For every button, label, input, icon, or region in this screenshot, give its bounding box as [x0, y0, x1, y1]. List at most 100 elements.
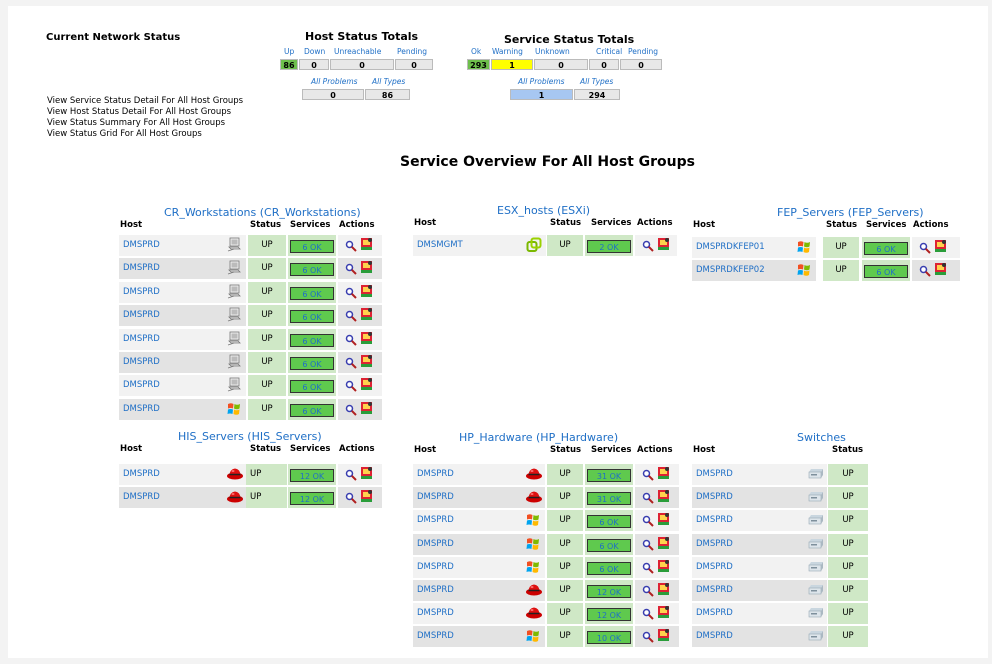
host-detail-icon[interactable]	[360, 259, 373, 278]
host-link[interactable]: DMSPRD	[119, 281, 169, 303]
magnifier-icon[interactable]	[642, 237, 654, 256]
service-header-pending[interactable]: Pending	[628, 47, 658, 56]
host-link[interactable]: DMSPRD	[119, 305, 169, 327]
services-ok-link[interactable]: 6 OK	[290, 333, 334, 347]
host-detail-icon[interactable]	[657, 581, 670, 600]
host-link[interactable]: DMSPRD	[692, 533, 747, 555]
host-link[interactable]: DMSPRD	[119, 235, 169, 256]
host-detail-icon[interactable]	[360, 353, 373, 372]
service-header-unknown[interactable]: Unknown	[535, 47, 570, 56]
services-ok-link[interactable]: 6 OK	[587, 538, 631, 552]
host-header-unreachable[interactable]: Unreachable	[334, 47, 381, 56]
magnifier-icon[interactable]	[642, 559, 654, 578]
magnifier-icon[interactable]	[642, 605, 654, 624]
host-link[interactable]: DMSPRD	[119, 398, 169, 420]
services-ok-link[interactable]: 6 OK	[290, 240, 334, 253]
magnifier-icon[interactable]	[345, 466, 357, 485]
service-all-types-link[interactable]: All Types	[580, 77, 613, 86]
service-unknown-count[interactable]: 0	[534, 59, 588, 70]
link-status-grid[interactable]: View Status Grid For All Host Groups	[47, 129, 243, 140]
magnifier-icon[interactable]	[345, 331, 357, 350]
services-ok-link[interactable]: 6 OK	[864, 242, 908, 255]
magnifier-icon[interactable]	[345, 307, 357, 326]
host-all-problems-link[interactable]: All Problems	[311, 77, 358, 86]
link-service-status-detail[interactable]: View Service Status Detail For All Host …	[47, 96, 243, 107]
host-link[interactable]: DMSPRD	[413, 533, 463, 555]
host-link[interactable]: DMSPRDKFEP02	[692, 260, 792, 281]
services-ok-link[interactable]: 31 OK	[587, 469, 631, 482]
host-problems-count[interactable]: 0	[302, 89, 364, 100]
host-link[interactable]: DMSPRD	[413, 556, 463, 578]
group-title[interactable]: CR_Workstations (CR_Workstations)	[164, 206, 361, 219]
services-ok-link[interactable]: 12 OK	[587, 608, 631, 622]
service-header-critical[interactable]: Critical	[596, 47, 622, 56]
host-link[interactable]: DMSPRD	[119, 258, 169, 280]
group-title[interactable]: Switches	[797, 431, 846, 444]
host-types-count[interactable]: 86	[365, 89, 410, 100]
magnifier-icon[interactable]	[345, 401, 357, 420]
host-link[interactable]: DMSPRD	[119, 375, 169, 397]
host-link[interactable]: DMSPRD	[692, 603, 747, 625]
services-ok-link[interactable]: 6 OK	[587, 515, 631, 529]
host-link[interactable]: DMSPRD	[692, 580, 747, 601]
host-link[interactable]: DMSPRD	[119, 328, 169, 350]
services-ok-link[interactable]: 31 OK	[587, 492, 631, 506]
link-host-status-detail[interactable]: View Host Status Detail For All Host Gro…	[47, 107, 243, 118]
magnifier-icon[interactable]	[345, 284, 357, 303]
host-header-pending[interactable]: Pending	[397, 47, 427, 56]
host-detail-icon[interactable]	[657, 627, 670, 646]
host-link[interactable]: DMSPRD	[692, 510, 747, 532]
services-ok-link[interactable]: 6 OK	[290, 286, 334, 300]
host-link[interactable]: DMSMGMT	[413, 235, 477, 256]
group-title[interactable]: HIS_Servers (HIS_Servers)	[178, 430, 322, 443]
service-types-count[interactable]: 294	[574, 89, 620, 100]
service-ok-count[interactable]: 293	[467, 59, 490, 70]
host-detail-icon[interactable]	[934, 261, 947, 280]
magnifier-icon[interactable]	[345, 237, 357, 256]
host-link[interactable]: DMSPRDKFEP01	[692, 237, 792, 258]
services-ok-link[interactable]: 2 OK	[587, 240, 631, 253]
group-title[interactable]: ESX_hosts (ESXi)	[497, 204, 590, 217]
service-header-warning[interactable]: Warning	[492, 47, 523, 56]
magnifier-icon[interactable]	[642, 466, 654, 485]
host-detail-icon[interactable]	[657, 488, 670, 507]
magnifier-icon[interactable]	[642, 489, 654, 508]
magnifier-icon[interactable]	[919, 239, 931, 258]
host-link[interactable]: DMSPRD	[692, 464, 747, 485]
host-down-count[interactable]: 0	[299, 59, 329, 70]
services-ok-link[interactable]: 12 OK	[290, 492, 334, 505]
host-pending-count[interactable]: 0	[395, 59, 433, 70]
magnifier-icon[interactable]	[642, 582, 654, 601]
host-detail-icon[interactable]	[360, 330, 373, 349]
link-status-summary[interactable]: View Status Summary For All Host Groups	[47, 118, 243, 129]
services-ok-link[interactable]: 6 OK	[290, 403, 334, 417]
magnifier-icon[interactable]	[345, 260, 357, 279]
host-link[interactable]: DMSPRD	[413, 580, 463, 601]
services-ok-link[interactable]: 12 OK	[290, 469, 334, 482]
host-header-down[interactable]: Down	[304, 47, 325, 56]
magnifier-icon[interactable]	[345, 489, 357, 508]
group-title[interactable]: FEP_Servers (FEP_Servers)	[777, 206, 924, 219]
host-all-types-link[interactable]: All Types	[372, 77, 405, 86]
magnifier-icon[interactable]	[642, 536, 654, 555]
services-ok-link[interactable]: 6 OK	[290, 380, 334, 394]
magnifier-icon[interactable]	[642, 628, 654, 647]
magnifier-icon[interactable]	[345, 354, 357, 373]
host-detail-icon[interactable]	[657, 558, 670, 577]
host-unreachable-count[interactable]: 0	[330, 59, 394, 70]
service-all-problems-link[interactable]: All Problems	[518, 77, 565, 86]
host-link[interactable]: DMSPRD	[413, 603, 463, 625]
host-detail-icon[interactable]	[360, 400, 373, 419]
magnifier-icon[interactable]	[919, 262, 931, 281]
magnifier-icon[interactable]	[345, 377, 357, 396]
services-ok-link[interactable]: 6 OK	[587, 561, 631, 575]
host-detail-icon[interactable]	[360, 376, 373, 395]
host-detail-icon[interactable]	[360, 488, 373, 507]
host-detail-icon[interactable]	[657, 511, 670, 530]
host-link[interactable]: DMSPRD	[692, 626, 747, 648]
host-link[interactable]: DMSPRD	[119, 464, 169, 485]
services-ok-link[interactable]: 6 OK	[290, 357, 334, 370]
host-link[interactable]: DMSPRD	[119, 487, 169, 508]
host-detail-icon[interactable]	[934, 238, 947, 257]
host-detail-icon[interactable]	[657, 465, 670, 484]
